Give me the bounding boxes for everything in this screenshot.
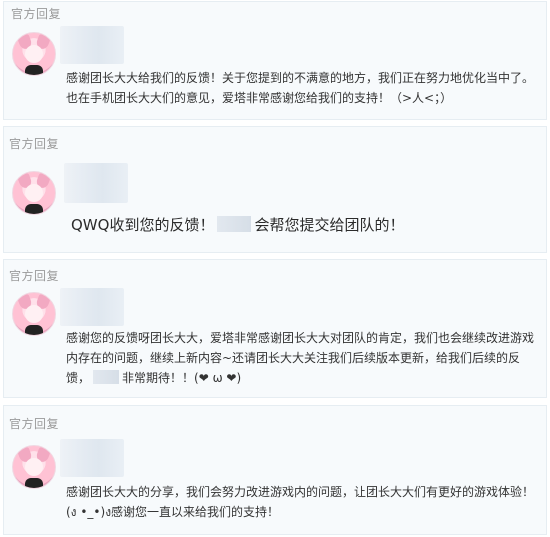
official-reply-card: 官方回复 感谢您的反馈呀团长大大，爱塔非常感谢团长大大对团队的肯定，我们也会继续… (3, 259, 547, 398)
redacted-name (93, 370, 120, 384)
official-reply-card: 官方回复 QWQ收到您的反馈！ 会帮您提交给团队的！ (3, 126, 547, 253)
official-reply-card: 官方回复 感谢团长大大的分享，我们会努力改进游戏内的问题，让团长大大们有更好的游… (3, 405, 547, 535)
avatar (12, 292, 56, 336)
blurred-username (60, 288, 124, 326)
avatar (12, 32, 56, 76)
reply-message: 感谢团长大大给我们的反馈！关于您提到的不满意的地方，我们正在努力地优化当中了。也… (66, 71, 535, 105)
reply-message: 感谢您的反馈呀团长大大，爱塔非常感谢团长大大对团队的肯定，我们也会继续改进游戏内… (66, 328, 534, 388)
reply-text-end: 会帮您提交给团队的！ (254, 216, 405, 234)
reply-message: 感谢团长大大的分享，我们会努力改进游戏内的问题，让团长大大们有更好的游戏体验！(… (66, 485, 535, 519)
redacted-name (217, 216, 252, 232)
blurred-username (64, 163, 128, 203)
card-header: 官方回复 (11, 7, 62, 21)
official-reply-card: 官方回复 感谢团长大大给我们的反馈！关于您提到的不满意的地方，我们正在努力地优化… (3, 1, 547, 120)
reply-text-start: QWQ收到您的反馈！ (71, 216, 215, 234)
avatar (12, 445, 56, 489)
reply-text-end: 非常期待！！(❤ ω ❤) (122, 371, 242, 385)
blurred-username (60, 439, 124, 477)
card-header: 官方回复 (9, 417, 60, 431)
avatar (12, 171, 56, 215)
card-header: 官方回复 (9, 137, 60, 151)
card-header: 官方回复 (9, 269, 60, 283)
blurred-username (60, 26, 124, 64)
reply-message: QWQ收到您的反馈！ 会帮您提交给团队的！ (71, 214, 534, 236)
